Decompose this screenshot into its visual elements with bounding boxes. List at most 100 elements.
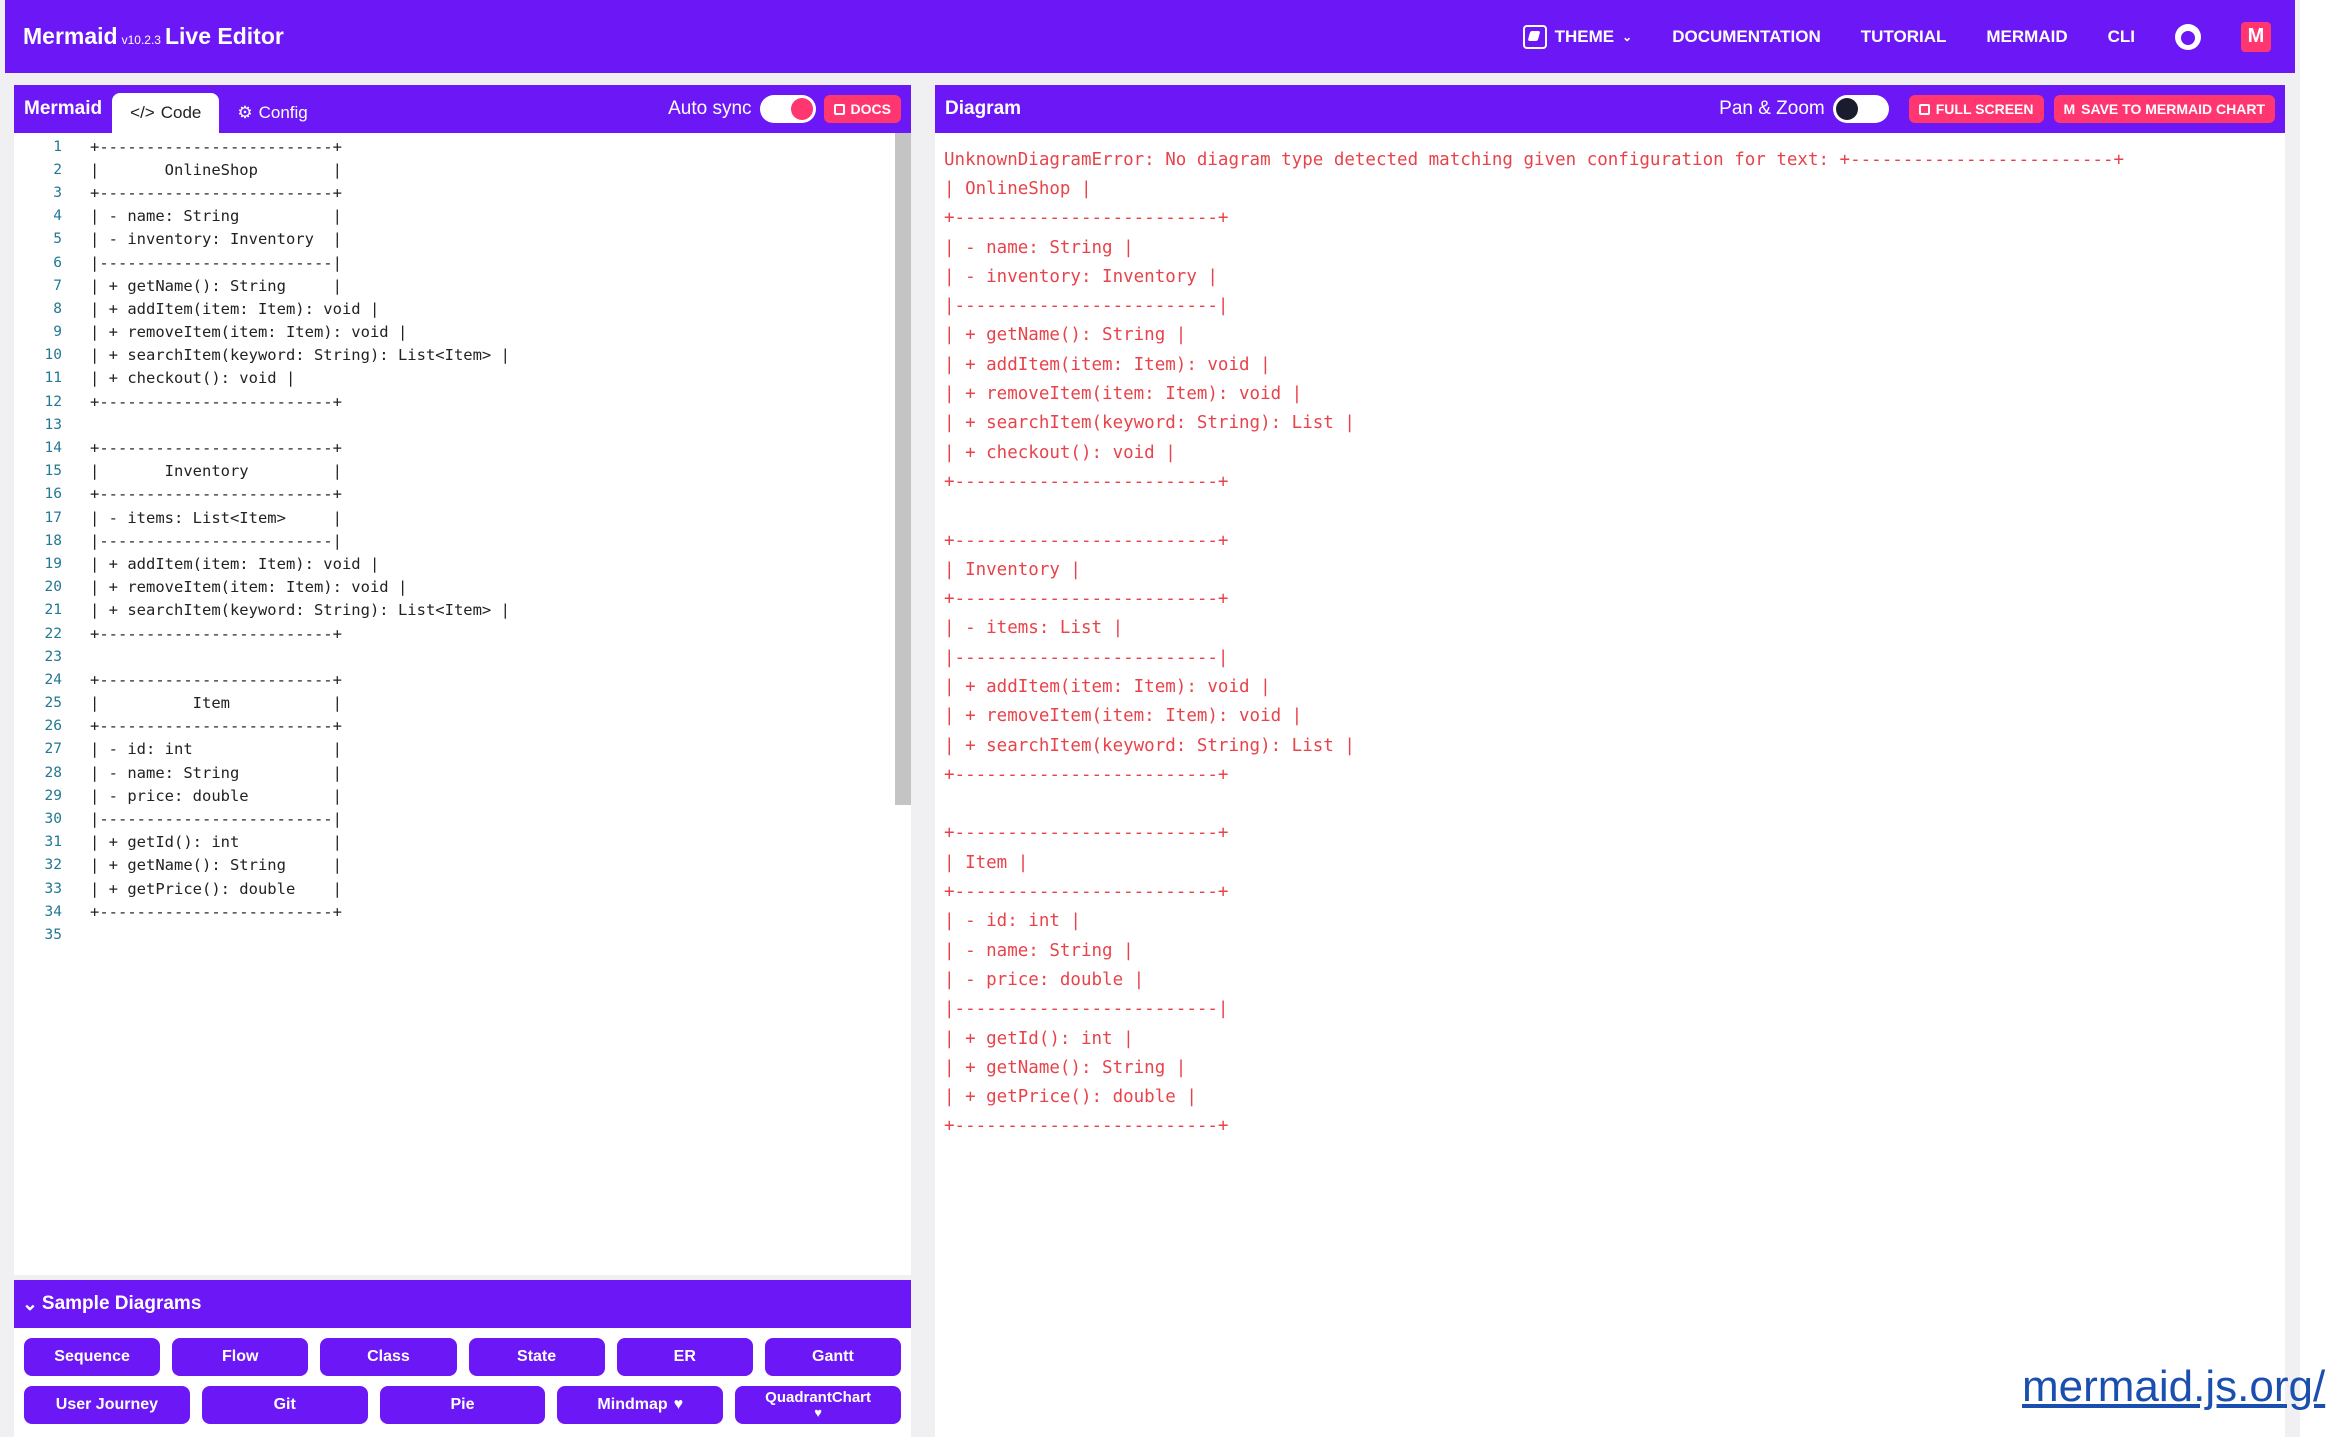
error-line: | + removeItem(item: Item): void | xyxy=(944,384,1303,405)
code-text: +-------------------------+ xyxy=(90,392,342,411)
line-number: 33 xyxy=(44,880,62,897)
tab-config-label: Config xyxy=(258,103,308,122)
code-text: +-------------------------+ xyxy=(90,183,342,202)
theme-menu[interactable]: THEME ⌄ xyxy=(1522,24,1632,49)
tab-code[interactable]: </> Code xyxy=(112,93,220,133)
mermaid-chart-icon: M xyxy=(2063,101,2076,117)
error-line: | - items: List | xyxy=(944,618,1124,639)
full-screen-button[interactable]: FULL SCREEN xyxy=(1908,95,2044,123)
tab-config[interactable]: ⚙ Config xyxy=(219,93,325,133)
code-text: |-------------------------| xyxy=(90,253,342,272)
line-number: 30 xyxy=(44,811,62,828)
code-text: |-------------------------| xyxy=(90,810,342,829)
save-to-mermaid-chart-button[interactable]: M SAVE TO MERMAID CHART xyxy=(2053,95,2275,123)
nav-tutorial[interactable]: TUTORIAL xyxy=(1861,27,1947,47)
code-text: | + getPrice(): double | xyxy=(90,879,342,898)
nav-cli[interactable]: CLI xyxy=(2108,27,2135,47)
code-text: | + searchItem(keyword: String): List<It… xyxy=(90,346,510,365)
code-text: | + addItem(item: Item): void | xyxy=(90,554,380,573)
code-line: 29 | - price: double | xyxy=(14,784,911,807)
auto-sync-toggle[interactable] xyxy=(759,95,816,123)
mindmap-label: Mindmap xyxy=(597,1396,668,1414)
brand-version: v10.2.3 xyxy=(121,33,161,47)
brand[interactable]: Mermaid v10.2.3 Live Editor xyxy=(23,23,284,50)
code-line: 20 | + removeItem(item: Item): void | xyxy=(14,576,911,599)
code-line: 35 xyxy=(14,923,911,946)
code-line: 24 +-------------------------+ xyxy=(14,668,911,691)
quadrantchart-label: QuadrantChart xyxy=(765,1388,871,1406)
sample-er-button[interactable]: ER xyxy=(616,1338,753,1376)
diagram-header: Diagram Pan & Zoom FULL SCREEN M SAVE TO… xyxy=(935,85,2285,133)
code-line: 25 | Item | xyxy=(14,692,911,715)
sample-diagrams-title: Sample Diagrams xyxy=(41,1293,202,1314)
theme-label: THEME xyxy=(1554,26,1615,46)
save-label: SAVE TO MERMAID CHART xyxy=(2081,101,2265,117)
top-navbar: Mermaid v10.2.3 Live Editor THEME ⌄ DOCU… xyxy=(5,0,2295,73)
error-line: UnknownDiagramError: No diagram type det… xyxy=(944,149,2125,170)
sample-flow-button[interactable]: Flow xyxy=(172,1338,309,1376)
line-number: 19 xyxy=(44,555,62,572)
editor-header: Mermaid </> Code ⚙ Config Auto sync DOCS xyxy=(14,85,911,133)
error-line: +-------------------------+ xyxy=(944,882,1229,903)
error-line: +-------------------------+ xyxy=(944,764,1229,785)
mermaid-chart-icon[interactable]: M xyxy=(2241,21,2271,52)
code-text: | + getName(): String | xyxy=(90,856,342,875)
line-number: 26 xyxy=(44,718,62,735)
sample-mindmap-button[interactable]: Mindmap ♥ xyxy=(557,1386,724,1424)
code-text: | - name: String | xyxy=(90,763,342,782)
editor-scrollbar[interactable] xyxy=(895,133,911,805)
heart-icon: ♥ xyxy=(673,1396,684,1414)
sample-user-journey-button[interactable]: User Journey xyxy=(24,1386,190,1424)
sample-git-button[interactable]: Git xyxy=(201,1386,368,1424)
nav-documentation[interactable]: DOCUMENTATION xyxy=(1672,27,1821,47)
error-line: | + searchItem(keyword: String): List | xyxy=(944,735,1355,756)
nav-mermaid[interactable]: MERMAID xyxy=(1986,27,2067,47)
code-text: | + addItem(item: Item): void | xyxy=(90,299,380,318)
line-number: 15 xyxy=(44,463,62,480)
line-number: 5 xyxy=(53,231,62,248)
sample-diagrams-header[interactable]: ⌄ Sample Diagrams xyxy=(14,1280,911,1328)
error-line: | + searchItem(keyword: String): List | xyxy=(944,413,1355,434)
diagram-panel: Diagram Pan & Zoom FULL SCREEN M SAVE TO… xyxy=(935,85,2285,1437)
code-line: 31 | + getId(): int | xyxy=(14,831,911,854)
code-text: | - name: String | xyxy=(90,207,342,226)
error-line: +-------------------------+ xyxy=(944,208,1229,229)
code-text: | - id: int | xyxy=(90,740,342,759)
error-line: | - name: String | xyxy=(944,237,1134,258)
code-text: | - price: double | xyxy=(90,786,342,805)
gears-icon: ⚙ xyxy=(237,103,253,122)
error-line: | + getName(): String | xyxy=(944,325,1187,346)
pan-zoom-toggle[interactable] xyxy=(1832,95,1889,123)
code-line: 13 xyxy=(14,413,911,436)
code-line: 9 | + removeItem(item: Item): void | xyxy=(14,321,911,344)
code-text: | + removeItem(item: Item): void | xyxy=(90,323,408,342)
sample-quadrantchart-button[interactable]: QuadrantChart ♥ xyxy=(735,1386,901,1424)
code-line: 5 | - inventory: Inventory | xyxy=(14,228,911,251)
code-editor[interactable]: 1 +-------------------------+ 2 | OnlineSho… xyxy=(14,133,911,1275)
code-icon: </> xyxy=(130,103,155,122)
line-number: 11 xyxy=(44,370,62,387)
code-line: 11 | + checkout(): void | xyxy=(14,367,911,390)
line-number: 1 xyxy=(53,138,62,155)
github-icon[interactable] xyxy=(2175,23,2201,50)
sample-row-1: Sequence Flow Class State ER Gantt xyxy=(14,1338,911,1376)
sample-sequence-button[interactable]: Sequence xyxy=(24,1338,161,1376)
error-line: | - id: int | xyxy=(944,911,1081,932)
line-number: 18 xyxy=(44,532,62,549)
code-line: 8 | + addItem(item: Item): void | xyxy=(14,297,911,320)
mermaid-site-link[interactable]: mermaid.js.org/ xyxy=(2022,1362,2325,1412)
error-line: |-------------------------| xyxy=(944,999,1229,1020)
sample-state-button[interactable]: State xyxy=(468,1338,605,1376)
sample-pie-button[interactable]: Pie xyxy=(379,1386,546,1424)
app-root: Mermaid v10.2.3 Live Editor THEME ⌄ DOCU… xyxy=(0,0,2300,1437)
sample-gantt-button[interactable]: Gantt xyxy=(764,1338,902,1376)
code-text: | + searchItem(keyword: String): List<It… xyxy=(90,601,510,620)
docs-button[interactable]: DOCS xyxy=(823,95,901,123)
error-line: | + addItem(item: Item): void | xyxy=(944,354,1271,375)
sample-class-button[interactable]: Class xyxy=(320,1338,457,1376)
code-line: 18 |-------------------------| xyxy=(14,529,911,552)
error-line: | + getId(): int | xyxy=(944,1028,1134,1049)
line-number: 9 xyxy=(53,324,62,341)
external-link-icon xyxy=(1918,103,1930,115)
code-line: 2 | OnlineShop | xyxy=(14,158,911,181)
